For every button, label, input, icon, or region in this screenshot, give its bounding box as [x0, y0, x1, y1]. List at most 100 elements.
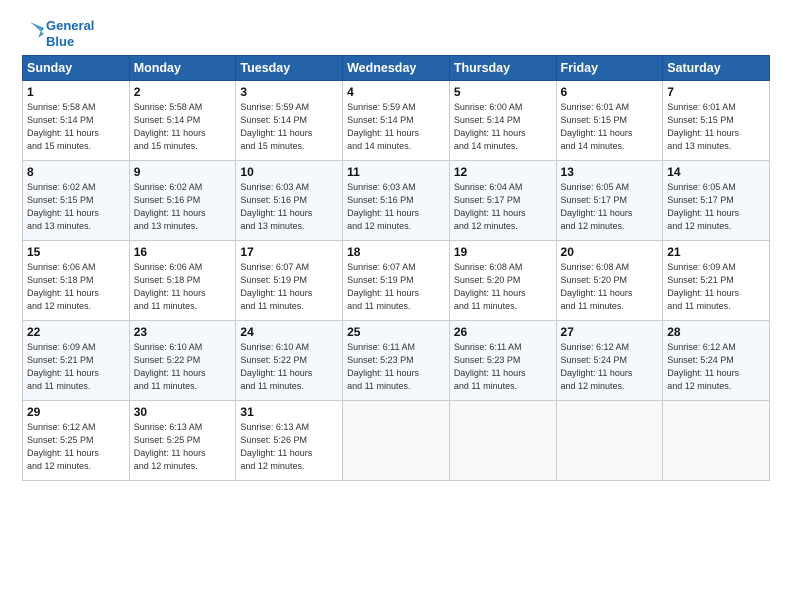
- col-header-sunday: Sunday: [23, 56, 130, 81]
- day-cell: [663, 401, 770, 481]
- day-info: Sunrise: 6:05 AM Sunset: 5:17 PM Dayligh…: [561, 181, 659, 233]
- day-cell: 7 Sunrise: 6:01 AM Sunset: 5:15 PM Daylig…: [663, 81, 770, 161]
- day-info: Sunrise: 6:02 AM Sunset: 5:16 PM Dayligh…: [134, 181, 232, 233]
- day-info: Sunrise: 6:07 AM Sunset: 5:19 PM Dayligh…: [240, 261, 338, 313]
- day-number: 26: [454, 325, 552, 339]
- day-number: 24: [240, 325, 338, 339]
- day-number: 18: [347, 245, 445, 259]
- day-cell: 25 Sunrise: 6:11 AM Sunset: 5:23 PM Dayli…: [343, 321, 450, 401]
- day-number: 20: [561, 245, 659, 259]
- day-cell: 19 Sunrise: 6:08 AM Sunset: 5:20 PM Dayli…: [449, 241, 556, 321]
- day-number: 10: [240, 165, 338, 179]
- day-number: 14: [667, 165, 765, 179]
- day-number: 9: [134, 165, 232, 179]
- day-cell: [449, 401, 556, 481]
- day-cell: 26Sunrise: 6:11 AM Sunset: 5:23 PM Dayli…: [449, 321, 556, 401]
- col-header-saturday: Saturday: [663, 56, 770, 81]
- day-number: 2: [134, 85, 232, 99]
- day-cell: 20 Sunrise: 6:08 AM Sunset: 5:20 PM Dayli…: [556, 241, 663, 321]
- day-cell: 27 Sunrise: 6:12 AM Sunset: 5:24 PM Dayli…: [556, 321, 663, 401]
- day-cell: 2 Sunrise: 5:58 AM Sunset: 5:14 PM Daylig…: [129, 81, 236, 161]
- week-row-1: 1 Sunrise: 5:58 AM Sunset: 5:14 PM Daylig…: [23, 81, 770, 161]
- day-info: Sunrise: 5:59 AM Sunset: 5:14 PM Dayligh…: [240, 101, 338, 153]
- day-cell: 14 Sunrise: 6:05 AM Sunset: 5:17 PM Dayli…: [663, 161, 770, 241]
- day-cell: 10 Sunrise: 6:03 AM Sunset: 5:16 PM Dayli…: [236, 161, 343, 241]
- day-number: 28: [667, 325, 765, 339]
- day-info: Sunrise: 6:05 AM Sunset: 5:17 PM Dayligh…: [667, 181, 765, 233]
- calendar-header-row: SundayMondayTuesdayWednesdayThursdayFrid…: [23, 56, 770, 81]
- day-number: 21: [667, 245, 765, 259]
- week-row-2: 8 Sunrise: 6:02 AM Sunset: 5:15 PM Daylig…: [23, 161, 770, 241]
- logo-text: General Blue: [46, 18, 94, 49]
- calendar-table: SundayMondayTuesdayWednesdayThursdayFrid…: [22, 55, 770, 481]
- day-number: 8: [27, 165, 125, 179]
- day-info: Sunrise: 5:58 AM Sunset: 5:14 PM Dayligh…: [27, 101, 125, 153]
- day-cell: 11Sunrise: 6:03 AM Sunset: 5:16 PM Dayli…: [343, 161, 450, 241]
- day-number: 19: [454, 245, 552, 259]
- day-number: 1: [27, 85, 125, 99]
- day-cell: [556, 401, 663, 481]
- col-header-wednesday: Wednesday: [343, 56, 450, 81]
- day-info: Sunrise: 6:08 AM Sunset: 5:20 PM Dayligh…: [454, 261, 552, 313]
- day-cell: 17 Sunrise: 6:07 AM Sunset: 5:19 PM Dayli…: [236, 241, 343, 321]
- day-cell: 29Sunrise: 6:12 AM Sunset: 5:25 PM Dayli…: [23, 401, 130, 481]
- day-info: Sunrise: 6:09 AM Sunset: 5:21 PM Dayligh…: [27, 341, 125, 393]
- day-cell: 13Sunrise: 6:05 AM Sunset: 5:17 PM Dayli…: [556, 161, 663, 241]
- day-cell: 15Sunrise: 6:06 AM Sunset: 5:18 PM Dayli…: [23, 241, 130, 321]
- day-info: Sunrise: 5:58 AM Sunset: 5:14 PM Dayligh…: [134, 101, 232, 153]
- day-number: 12: [454, 165, 552, 179]
- day-info: Sunrise: 6:08 AM Sunset: 5:20 PM Dayligh…: [561, 261, 659, 313]
- day-number: 25: [347, 325, 445, 339]
- day-number: 23: [134, 325, 232, 339]
- day-info: Sunrise: 6:01 AM Sunset: 5:15 PM Dayligh…: [667, 101, 765, 153]
- day-cell: 1 Sunrise: 5:58 AM Sunset: 5:14 PM Daylig…: [23, 81, 130, 161]
- day-cell: 21 Sunrise: 6:09 AM Sunset: 5:21 PM Dayli…: [663, 241, 770, 321]
- col-header-thursday: Thursday: [449, 56, 556, 81]
- logo-blue: Blue: [46, 34, 94, 50]
- day-info: Sunrise: 6:09 AM Sunset: 5:21 PM Dayligh…: [667, 261, 765, 313]
- day-number: 4: [347, 85, 445, 99]
- day-cell: 9 Sunrise: 6:02 AM Sunset: 5:16 PM Daylig…: [129, 161, 236, 241]
- day-info: Sunrise: 6:13 AM Sunset: 5:25 PM Dayligh…: [134, 421, 232, 473]
- day-cell: 23Sunrise: 6:10 AM Sunset: 5:22 PM Dayli…: [129, 321, 236, 401]
- logo-bird-icon: [22, 20, 44, 48]
- day-info: Sunrise: 6:12 AM Sunset: 5:24 PM Dayligh…: [561, 341, 659, 393]
- logo: General Blue: [22, 18, 94, 49]
- day-number: 30: [134, 405, 232, 419]
- day-cell: 12 Sunrise: 6:04 AM Sunset: 5:17 PM Dayli…: [449, 161, 556, 241]
- day-info: Sunrise: 6:07 AM Sunset: 5:19 PM Dayligh…: [347, 261, 445, 313]
- day-number: 7: [667, 85, 765, 99]
- day-cell: 30 Sunrise: 6:13 AM Sunset: 5:25 PM Dayli…: [129, 401, 236, 481]
- day-info: Sunrise: 6:11 AM Sunset: 5:23 PM Dayligh…: [347, 341, 445, 393]
- day-number: 27: [561, 325, 659, 339]
- day-cell: 8 Sunrise: 6:02 AM Sunset: 5:15 PM Daylig…: [23, 161, 130, 241]
- week-row-5: 29Sunrise: 6:12 AM Sunset: 5:25 PM Dayli…: [23, 401, 770, 481]
- day-cell: 4 Sunrise: 5:59 AM Sunset: 5:14 PM Daylig…: [343, 81, 450, 161]
- day-info: Sunrise: 6:00 AM Sunset: 5:14 PM Dayligh…: [454, 101, 552, 153]
- day-cell: 16Sunrise: 6:06 AM Sunset: 5:18 PM Dayli…: [129, 241, 236, 321]
- day-info: Sunrise: 5:59 AM Sunset: 5:14 PM Dayligh…: [347, 101, 445, 153]
- day-number: 6: [561, 85, 659, 99]
- day-info: Sunrise: 6:02 AM Sunset: 5:15 PM Dayligh…: [27, 181, 125, 233]
- day-number: 5: [454, 85, 552, 99]
- day-info: Sunrise: 6:03 AM Sunset: 5:16 PM Dayligh…: [347, 181, 445, 233]
- day-cell: 5 Sunrise: 6:00 AM Sunset: 5:14 PM Daylig…: [449, 81, 556, 161]
- day-number: 31: [240, 405, 338, 419]
- day-info: Sunrise: 6:06 AM Sunset: 5:18 PM Dayligh…: [27, 261, 125, 313]
- day-cell: 24 Sunrise: 6:10 AM Sunset: 5:22 PM Dayli…: [236, 321, 343, 401]
- col-header-tuesday: Tuesday: [236, 56, 343, 81]
- day-info: Sunrise: 6:03 AM Sunset: 5:16 PM Dayligh…: [240, 181, 338, 233]
- logo-wrapper: General Blue: [22, 18, 94, 49]
- day-info: Sunrise: 6:10 AM Sunset: 5:22 PM Dayligh…: [240, 341, 338, 393]
- day-info: Sunrise: 6:06 AM Sunset: 5:18 PM Dayligh…: [134, 261, 232, 313]
- day-cell: 22 Sunrise: 6:09 AM Sunset: 5:21 PM Dayli…: [23, 321, 130, 401]
- day-info: Sunrise: 6:04 AM Sunset: 5:17 PM Dayligh…: [454, 181, 552, 233]
- col-header-monday: Monday: [129, 56, 236, 81]
- day-info: Sunrise: 6:12 AM Sunset: 5:25 PM Dayligh…: [27, 421, 125, 473]
- page: General Blue SundayMondayTuesdayWednesda…: [0, 0, 792, 612]
- week-row-4: 22 Sunrise: 6:09 AM Sunset: 5:21 PM Dayli…: [23, 321, 770, 401]
- day-cell: 3Sunrise: 5:59 AM Sunset: 5:14 PM Daylig…: [236, 81, 343, 161]
- day-number: 17: [240, 245, 338, 259]
- day-info: Sunrise: 6:13 AM Sunset: 5:26 PM Dayligh…: [240, 421, 338, 473]
- day-number: 22: [27, 325, 125, 339]
